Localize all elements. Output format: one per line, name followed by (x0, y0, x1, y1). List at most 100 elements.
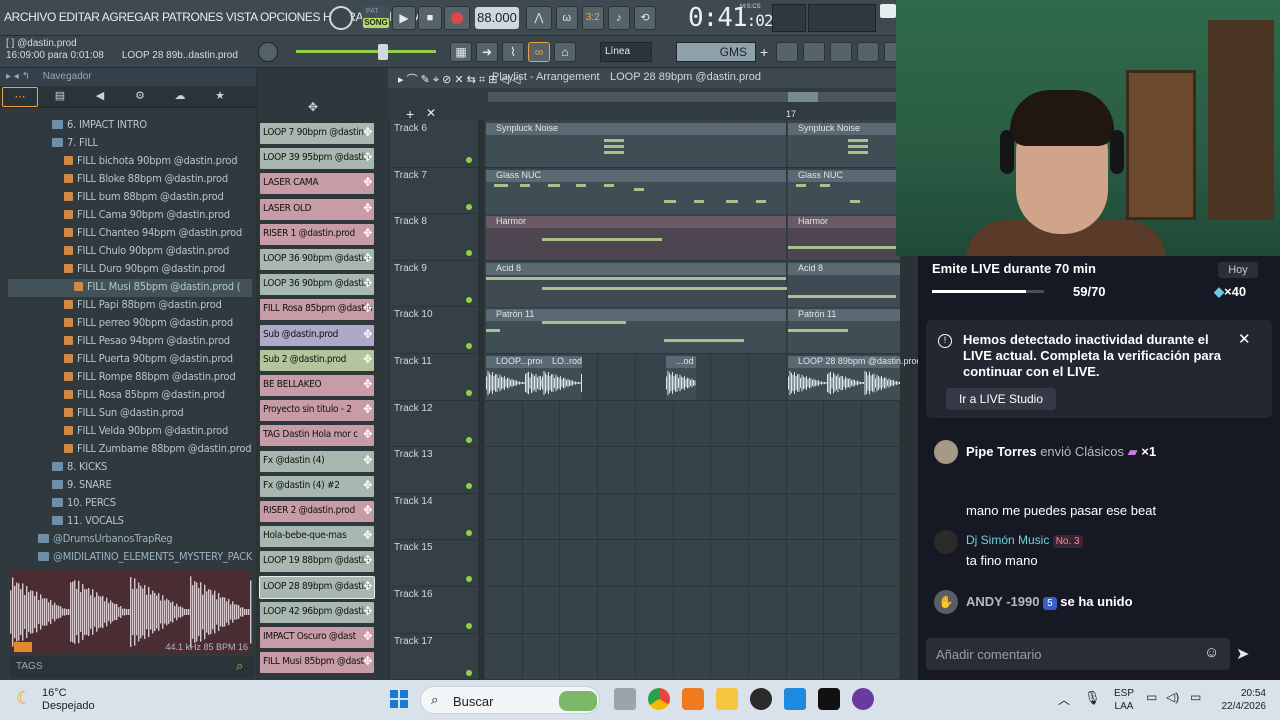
browser-all-tab[interactable]: ⋯ (2, 87, 38, 107)
browser-star-tab[interactable]: ★ (200, 86, 240, 107)
browser-file-item[interactable]: FILL Chulo 90bpm @dastin.prod (64, 244, 229, 257)
drag-handle-icon[interactable]: ✥ (363, 579, 372, 593)
drag-handle-icon[interactable]: ✥ (363, 201, 372, 215)
track-mute-led[interactable] (466, 157, 472, 163)
tiktok-icon[interactable] (818, 688, 840, 710)
fl-studio-icon[interactable] (682, 688, 704, 710)
track-mute-led[interactable] (466, 669, 472, 676)
track-mute-led[interactable] (466, 203, 472, 210)
playlist-clip[interactable]: Glass NUC (788, 169, 900, 214)
channel-item[interactable]: FILL Rosa 85bpm @dastin ✥ (260, 299, 374, 321)
browser-file-item[interactable]: FILL Puerta 90bpm @dastin.prod (64, 352, 233, 365)
track-name[interactable]: Track 9 (394, 263, 427, 274)
browser-folder-item[interactable]: 10. PERCS (52, 496, 116, 509)
channel-item[interactable]: Hola-bebe-que-mas ✥ (260, 526, 374, 548)
step-edit-icon[interactable]: ♪ (607, 6, 630, 30)
browser-file-item[interactable]: FILL Rosa 85bpm @dastin.prod (64, 388, 225, 401)
channel-item[interactable]: Fx @dastin (4) ✥ (260, 450, 374, 472)
playlist-icon[interactable] (776, 42, 798, 62)
alert-close-icon[interactable]: ✕ (1238, 330, 1251, 348)
browser-folder-item[interactable]: 11. VOCALS (52, 514, 124, 527)
task-view-icon[interactable] (614, 688, 636, 710)
search-icon[interactable]: ⌕ (236, 658, 243, 674)
network-icon[interactable]: ▭ (1146, 690, 1157, 704)
windows-start-icon[interactable] (390, 690, 408, 708)
drag-handle-icon[interactable]: ✥ (363, 175, 372, 189)
obs-icon[interactable] (750, 688, 772, 710)
record-button[interactable] (444, 6, 470, 30)
track-name[interactable]: Track 7 (394, 170, 427, 181)
track-mute-led[interactable] (466, 390, 472, 396)
link-icon[interactable]: ∞ (528, 42, 550, 62)
channel-item[interactable]: RISER 2 @dastin.prod ✥ (260, 501, 374, 522)
drag-handle-icon[interactable]: ✥ (363, 276, 372, 290)
gift-user[interactable]: Pipe Torres (966, 444, 1037, 459)
bell-icon[interactable]: ⌂ (554, 42, 576, 62)
comment-input[interactable]: Añadir comentario ☺ (926, 638, 1230, 670)
channel-item[interactable]: LOOP 19 88bpm @dastin ✥ (260, 551, 374, 573)
master-knob[interactable] (329, 6, 353, 30)
stop-button[interactable]: ■ (418, 6, 442, 30)
photos-icon[interactable] (784, 688, 806, 710)
channel-item[interactable]: LOOP 36 90bpm @dastin ✥ (260, 274, 374, 296)
loop-record-icon[interactable]: ⟲ (633, 6, 656, 30)
waveform-preview[interactable]: 44.1 kHz 85 BPM 16 (10, 570, 252, 654)
language-indicator[interactable]: ESP LAA (1114, 687, 1134, 713)
countdown-icon[interactable]: 3:2 (581, 6, 604, 30)
browser-files-tab[interactable]: ▤ (40, 86, 80, 107)
master-volume-slider[interactable] (296, 50, 436, 53)
browser-file-item[interactable]: FILL bum 88bpm @dastin.prod (64, 190, 224, 203)
channel-item[interactable]: LOOP 39 95bpm @dastin ✥ (260, 148, 374, 170)
drag-handle-icon[interactable]: ✥ (363, 125, 372, 139)
channel-item[interactable]: Sub @dastin.prod ✥ (260, 324, 374, 346)
browser-file-item[interactable]: FILL Sun @dastin.prod (64, 406, 184, 419)
drag-handle-icon[interactable]: ✥ (363, 327, 372, 341)
track-mute-led[interactable] (466, 529, 472, 536)
browser-file-item[interactable]: FILL Papi 88bpm @dastin.prod (64, 298, 222, 311)
drag-handle-icon[interactable]: ✥ (363, 453, 372, 467)
preset-field[interactable]: GMS (676, 42, 756, 62)
playlist-clip[interactable]: Patrón 11 (486, 309, 786, 354)
browser-file-item[interactable]: FILL Zumbame 88bpm @dastin.prod (64, 442, 252, 455)
snap-select[interactable]: Línea (600, 42, 652, 62)
drag-handle-icon[interactable]: ✥ (363, 604, 372, 618)
browser-file-item[interactable]: FILL Pesao 94bpm @dastin.prod (64, 334, 230, 347)
track-name[interactable]: Track 11 (394, 356, 432, 367)
media-player-icon[interactable] (852, 688, 874, 710)
drag-handle-icon[interactable]: ✥ (363, 402, 372, 416)
avatar[interactable] (934, 530, 958, 554)
wait-icon[interactable]: ω (555, 6, 578, 30)
file-explorer-icon[interactable] (716, 688, 738, 710)
channel-item[interactable]: IMPACT Oscuro @dast ✥ (260, 627, 374, 648)
playlist-clip[interactable]: Acid 8 (788, 262, 900, 307)
track-mute-led[interactable] (466, 436, 472, 443)
channel-item[interactable]: BE BELLAKEO ✥ (260, 375, 374, 396)
track-name[interactable]: Track 10 (394, 309, 433, 320)
browser-folder-item[interactable]: @DrumsUrbanosTrapReg (38, 532, 173, 545)
emoji-icon[interactable]: ☺ (1204, 644, 1219, 661)
drag-handle-icon[interactable]: ✥ (363, 226, 372, 240)
browser-folder-item[interactable]: @MIDILATINO_ELEMENTS_MYSTERY_PACK (38, 550, 252, 563)
pitch-knob[interactable] (258, 42, 278, 62)
track-name[interactable]: Track 6 (394, 123, 427, 134)
browser-file-item[interactable]: FILL Bloke 88bpm @dastin.prod (64, 172, 228, 185)
metronome-icon[interactable]: ⋀ (526, 6, 552, 30)
browser-file-item[interactable]: FILL Rompe 88bpm @dastin.prod (64, 370, 236, 383)
browser-file-item[interactable]: FILL Cama 90bpm @dastin.prod (64, 208, 230, 221)
track-name[interactable]: Track 13 (394, 449, 433, 460)
battery-icon[interactable]: ▭ (1190, 690, 1201, 704)
preview-play-icon[interactable] (14, 642, 32, 652)
track-name[interactable]: Track 16 (394, 589, 433, 600)
piano-roll-icon[interactable] (803, 42, 825, 62)
join-user[interactable]: ANDY -1990 (966, 594, 1039, 609)
track-mute-led[interactable] (466, 296, 472, 303)
piano-icon[interactable]: ▦ (450, 42, 472, 62)
browser-plugins-tab[interactable]: ⚙ (120, 86, 160, 107)
browser-folder-item[interactable]: 9. SNARE (52, 478, 112, 491)
browser-file-item[interactable]: FILL perreo 90bpm @dastin.prod (64, 316, 233, 329)
channel-item[interactable]: LOOP 28 89bpm @dastin ✥ (259, 575, 375, 599)
taskbar-search[interactable]: ⌕ Buscar (420, 686, 600, 714)
browser-speaker-tab[interactable]: ◀ (80, 86, 120, 107)
track-name[interactable]: Track 12 (394, 403, 433, 414)
channel-item[interactable]: Fx @dastin (4) #2 ✥ (260, 475, 374, 497)
